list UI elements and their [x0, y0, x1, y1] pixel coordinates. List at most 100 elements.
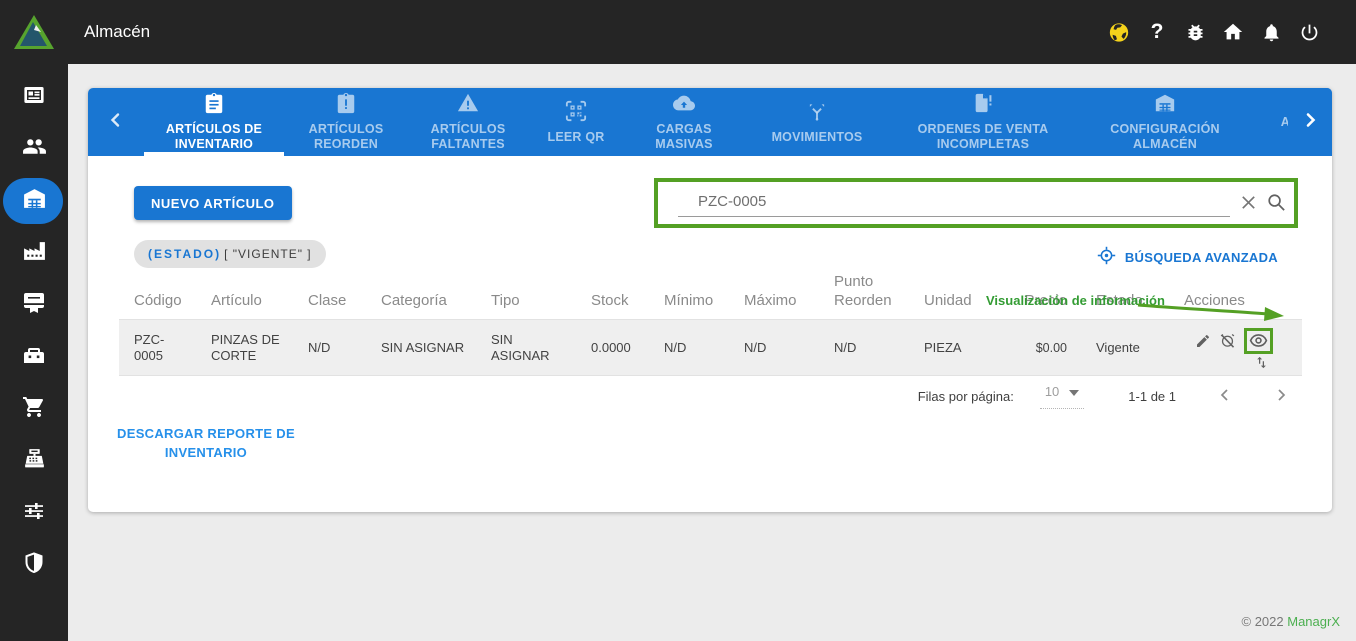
col-header-stock: Stock: [591, 292, 629, 309]
search-input[interactable]: [696, 192, 1116, 211]
split-arrows-icon: [806, 100, 828, 126]
tune-icon: [22, 499, 46, 528]
chevron-right-icon: [1302, 112, 1318, 133]
sidebar-item-sales[interactable]: [0, 383, 68, 435]
chip-field-label: (ESTADO): [148, 247, 222, 261]
chevron-down-icon: [1069, 384, 1080, 399]
cell-maximo: N/D: [744, 339, 767, 355]
previous-page-button[interactable]: [1218, 388, 1232, 405]
tab-articulos-faltantes[interactable]: ARTÍCULOS FALTANTES: [408, 88, 528, 156]
certificate-icon: [22, 291, 46, 320]
top-app-bar: Almacén ?: [0, 0, 1356, 64]
news-icon: [22, 83, 46, 112]
download-inventory-report-link[interactable]: DESCARGAR REPORTE DE INVENTARIO: [116, 424, 296, 462]
document-alert-icon: [972, 92, 994, 118]
cell-minimo: N/D: [664, 339, 687, 355]
qr-scan-icon: [565, 100, 587, 126]
help-icon[interactable]: ?: [1146, 20, 1168, 43]
sidebar-item-warehouse[interactable]: [0, 175, 68, 227]
topbar-icon-group: ?: [1108, 0, 1320, 64]
cell-clase: N/D: [308, 339, 331, 355]
tab-configuracion-almacen[interactable]: CONFIGURACIÓN ALMACÉN: [1076, 88, 1254, 156]
tab-label: MOVIMIENTOS: [771, 129, 863, 144]
search-annotation-box: [654, 178, 1298, 228]
chevron-right-icon: [1274, 388, 1288, 405]
sidebar-item-settings[interactable]: [0, 487, 68, 539]
cell-estado: Vigente: [1096, 339, 1140, 355]
tab-label: ARTÍCULOS DE INVENTARIO: [165, 122, 263, 151]
module-tab-bar: ARTÍCULOS DE INVENTARIO ARTÍCULOS REORDE…: [88, 88, 1332, 156]
cell-articulo: PINZAS DE CORTE: [211, 331, 280, 363]
sidebar-item-certificates[interactable]: [0, 279, 68, 331]
page-range-label: 1-1 de 1: [1128, 389, 1176, 404]
swap-vert-icon[interactable]: [1220, 355, 1302, 370]
sidebar-item-security[interactable]: [0, 539, 68, 591]
tab-label: ORDENES DE VENTA INCOMPLETAS: [917, 122, 1049, 151]
page-size-value: 10: [1044, 384, 1060, 399]
main-content: ARTÍCULOS DE INVENTARIO ARTÍCULOS REORDE…: [68, 64, 1356, 641]
col-header-clase: Clase: [308, 292, 347, 309]
advanced-search-link[interactable]: BÚSQUEDA AVANZADA: [1097, 246, 1278, 268]
app-logo-icon: [13, 14, 55, 55]
tab-articulos-de-inventario[interactable]: ARTÍCULOS DE INVENTARIO: [144, 88, 284, 156]
cell-categoria: SIN ASIGNAR: [381, 339, 465, 355]
filter-chip-estado[interactable]: (ESTADO) [ "VIGENTE" ]: [134, 240, 326, 268]
brand-link[interactable]: ManagrX: [1287, 614, 1340, 629]
sidebar-item-services[interactable]: [0, 331, 68, 383]
page-title: Almacén: [84, 22, 151, 41]
advanced-search-label: BÚSQUEDA AVANZADA: [1124, 249, 1278, 265]
users-icon: [22, 134, 47, 164]
col-header-maximo: Máximo: [744, 292, 797, 309]
search-underline: [678, 216, 1230, 217]
clear-icon[interactable]: [1239, 193, 1258, 217]
next-page-button[interactable]: [1274, 388, 1288, 405]
col-header-minimo: Mínimo: [664, 292, 714, 309]
sidebar-item-users[interactable]: [0, 123, 68, 175]
bug-icon[interactable]: [1184, 21, 1206, 43]
toolbox-icon: [22, 343, 46, 372]
tab-label: LEER QR: [547, 129, 605, 144]
tab-articulos-reorden[interactable]: ARTÍCULOS REORDEN: [284, 88, 408, 156]
pagination-bar: Filas por página: 10 1-1 de 1: [918, 384, 1288, 409]
bell-icon[interactable]: [1260, 21, 1282, 43]
cloud-upload-icon: [672, 92, 696, 118]
side-navigation: [0, 64, 68, 641]
tabs-scroll-right-button[interactable]: [1288, 88, 1332, 156]
col-header-codigo: Código: [134, 292, 182, 309]
col-header-articulo: Artículo: [211, 292, 262, 309]
tab-ordenes-venta-incompletas[interactable]: ORDENES DE VENTA INCOMPLETAS: [890, 88, 1076, 156]
warehouse-icon: [1154, 92, 1176, 118]
tab-leer-qr[interactable]: LEER QR: [528, 88, 624, 156]
sidebar-item-factory[interactable]: [0, 227, 68, 279]
sidebar-item-pos[interactable]: [0, 435, 68, 487]
annotation-arrow-icon: [1136, 299, 1288, 332]
power-icon[interactable]: [1298, 21, 1320, 43]
tab-cargas-masivas[interactable]: CARGAS MASIVAS: [624, 88, 744, 156]
table-row: PZC-0005 PINZAS DE CORTE N/D SIN ASIGNAR…: [119, 319, 1302, 376]
register-icon: [22, 446, 47, 476]
eye-icon[interactable]: [1249, 331, 1268, 350]
globe-icon[interactable]: [1108, 21, 1130, 43]
rows-per-page-label: Filas por página:: [917, 389, 1014, 404]
cell-stock: 0.0000: [591, 339, 631, 355]
tab-label: ARTÍCULOS FALTANTES: [430, 122, 506, 151]
tabs-scroll-left-button[interactable]: [88, 88, 144, 156]
new-article-button[interactable]: NUEVO ARTÍCULO: [134, 186, 292, 220]
crosshair-icon: [1097, 246, 1116, 268]
home-icon[interactable]: [1222, 21, 1244, 43]
tab-label: ARTÍCULOS REORDEN: [308, 122, 384, 151]
page-size-select[interactable]: 10: [1039, 384, 1085, 409]
tab-movimientos[interactable]: MOVIMIENTOS: [744, 88, 890, 156]
inventory-card: ARTÍCULOS DE INVENTARIO ARTÍCULOS REORDE…: [88, 88, 1332, 512]
edit-icon[interactable]: [1195, 333, 1211, 349]
shield-icon: [22, 551, 46, 580]
sidebar-item-news[interactable]: [0, 71, 68, 123]
search-icon[interactable]: [1266, 192, 1287, 218]
col-header-categoria: Categoría: [381, 292, 447, 309]
cart-icon: [22, 395, 46, 424]
footer: © 2022 ManagrX: [1242, 614, 1341, 629]
clipboard-icon: [203, 92, 225, 118]
alarm-off-icon[interactable]: [1219, 332, 1236, 349]
copyright-text: © 2022: [1241, 614, 1284, 629]
tab-label: CONFIGURACIÓN ALMACÉN: [1110, 122, 1220, 151]
